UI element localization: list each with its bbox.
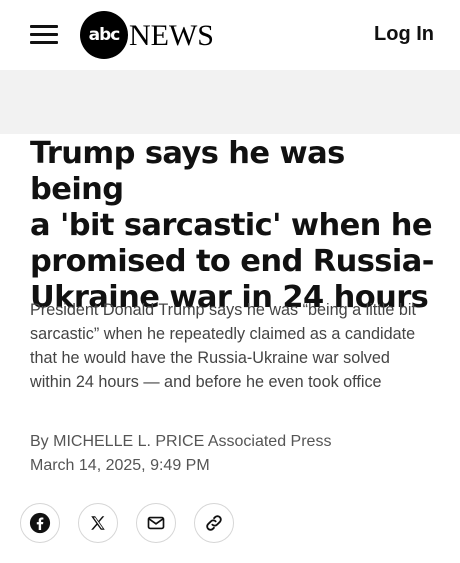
article-summary: President Donald Trump says he was “bein… — [30, 298, 445, 394]
article-headline: Trump says he was being a 'bit sarcastic… — [30, 136, 440, 316]
headline-line: a 'bit sarcastic' when he — [30, 208, 433, 243]
facebook-icon — [29, 512, 51, 534]
summary-line: that he would have the Russia-Ukraine wa… — [30, 349, 390, 367]
share-bar — [20, 503, 252, 543]
link-icon — [206, 515, 222, 531]
ad-placeholder — [0, 70, 460, 134]
share-facebook-button[interactable] — [20, 503, 60, 543]
copy-link-button[interactable] — [194, 503, 234, 543]
headline-line: Trump says he was being — [30, 136, 345, 207]
publish-date: March 14, 2025, 9:49 PM — [30, 457, 210, 474]
menu-icon-bar — [30, 25, 58, 28]
headline-line: promised to end Russia- — [30, 244, 434, 279]
menu-icon-bar — [30, 41, 58, 44]
logo-text: NEWS — [129, 19, 214, 52]
summary-line: within 24 hours — and before he even too… — [30, 373, 382, 391]
x-icon — [91, 516, 105, 530]
share-email-button[interactable] — [136, 503, 176, 543]
email-icon — [147, 516, 165, 530]
menu-icon-bar — [30, 33, 58, 36]
article-byline: By MICHELLE L. PRICE Associated Press Ma… — [30, 430, 430, 478]
site-header: abc NEWS Log In — [0, 0, 460, 70]
logo-mark: abc — [80, 11, 128, 59]
login-button[interactable]: Log In — [374, 23, 434, 46]
summary-line: sarcastic” when he repeatedly claimed as… — [30, 325, 416, 343]
menu-button[interactable] — [30, 25, 58, 45]
abc-news-logo[interactable]: abc NEWS — [80, 11, 214, 59]
share-x-button[interactable] — [78, 503, 118, 543]
author-line: By MICHELLE L. PRICE Associated Press — [30, 433, 332, 450]
summary-line: President Donald Trump says he was “bein… — [30, 301, 416, 319]
